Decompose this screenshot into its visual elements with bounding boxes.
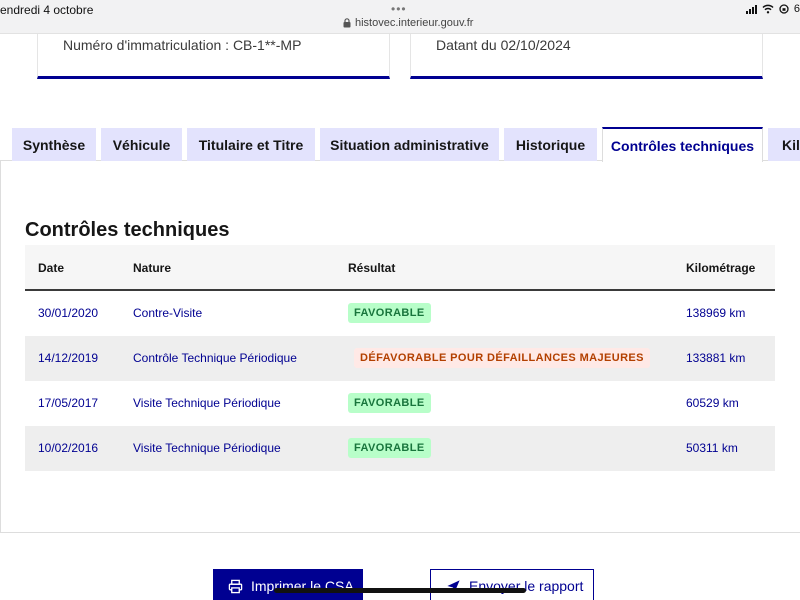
result-badge-favorable: Favorable [348, 303, 431, 323]
section-title: Contrôles techniques [25, 219, 230, 241]
tab-bar: Synthèse Véhicule Titulaire et Titre Sit… [0, 127, 800, 162]
battery-percent: 6 [793, 3, 800, 15]
status-date: endredi 4 octobre [0, 3, 94, 17]
orientation-lock-icon [779, 4, 789, 14]
tab-titulaire-et-titre[interactable]: Titulaire et Titre [187, 128, 315, 161]
cell-date: 30/01/2020 [38, 306, 99, 320]
print-csa-button[interactable]: Imprimer le CSA [213, 569, 363, 600]
cell-kilometrage: 60529 km [686, 396, 739, 410]
column-header-resultat: Résultat [348, 261, 396, 275]
cell-kilometrage: 50311 km [686, 441, 738, 455]
column-header-kilometrage: Kilométrage [686, 261, 756, 275]
column-header-date: Date [38, 261, 65, 275]
signal-icon [745, 4, 757, 14]
tab-historique[interactable]: Historique [504, 128, 597, 161]
browser-menu-dots[interactable]: ••• [391, 2, 407, 16]
table-row: 14/12/2019 Contrôle Technique Périodique… [25, 336, 775, 381]
result-badge-favorable: Favorable [348, 393, 431, 413]
registration-number: Numéro d'immatriculation : CB-1**-MP [63, 37, 302, 53]
cell-nature: Contre-Visite [133, 306, 203, 320]
send-report-button[interactable]: Envoyer le rapport [430, 569, 594, 600]
tab-situation-administrative[interactable]: Situation administrative [320, 128, 499, 161]
table-row: 10/02/2016 Visite Technique Périodique F… [25, 426, 775, 471]
column-header-nature: Nature [133, 261, 172, 275]
ios-status-bar: endredi 4 octobre ••• histovec.interieur… [0, 0, 800, 34]
result-badge-favorable: Favorable [348, 438, 431, 458]
report-date-card: Datant du 02/10/2024 [410, 34, 763, 79]
lock-icon [343, 18, 351, 28]
report-date: Datant du 02/10/2024 [436, 37, 571, 53]
address-bar-url: histovec.interieur.gouv.fr [355, 17, 474, 29]
cell-nature: Contrôle Technique Périodique [133, 351, 297, 365]
result-badge-defavorable: Défavorable pour défaillances majeures [354, 348, 650, 368]
cell-nature: Visite Technique Périodique [133, 396, 281, 410]
wifi-icon [762, 4, 774, 14]
tab-vehicule[interactable]: Véhicule [101, 128, 182, 161]
tab-controles-techniques[interactable]: Contrôles techniques [602, 127, 763, 162]
table-row: 30/01/2020 Contre-Visite Favorable 13896… [25, 291, 775, 336]
address-bar[interactable]: histovec.interieur.gouv.fr [343, 17, 473, 29]
table-row: 17/05/2017 Visite Technique Périodique F… [25, 381, 775, 426]
technical-inspections-table: Date Nature Résultat Kilométrage 30/01/2… [25, 245, 775, 471]
home-indicator[interactable] [274, 588, 526, 593]
cell-kilometrage: 138969 km [686, 306, 746, 320]
cell-date: 17/05/2017 [38, 396, 99, 410]
status-icons: 6 [745, 3, 800, 15]
registration-card: Numéro d'immatriculation : CB-1**-MP [37, 34, 390, 79]
tab-kilometrage[interactable]: Kilo [768, 128, 800, 161]
cell-nature: Visite Technique Périodique [133, 441, 281, 455]
cell-kilometrage: 133881 km [686, 351, 746, 365]
tab-synthese[interactable]: Synthèse [12, 128, 96, 161]
table-header: Date Nature Résultat Kilométrage [25, 245, 775, 291]
printer-icon [228, 579, 243, 593]
cell-date: 10/02/2016 [38, 441, 99, 455]
cell-date: 14/12/2019 [38, 351, 99, 365]
